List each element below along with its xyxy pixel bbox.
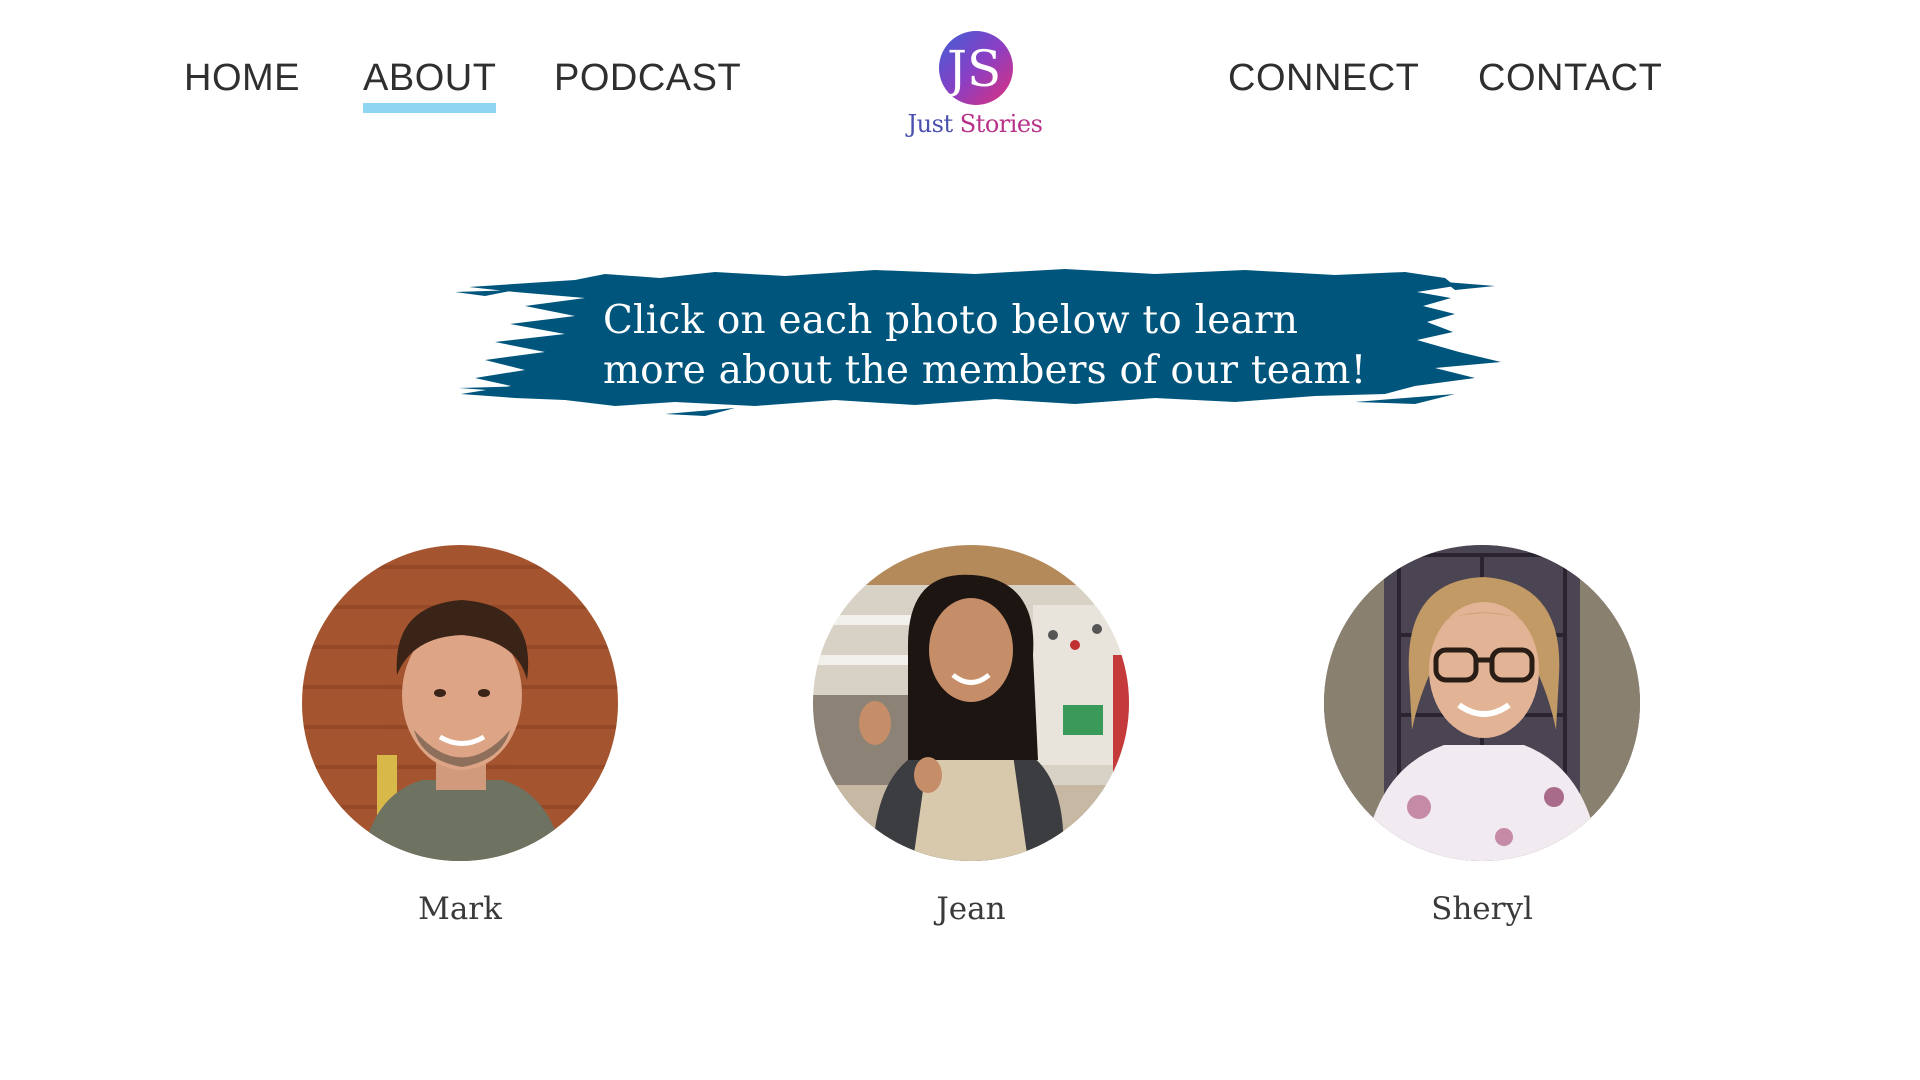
banner-line-2: more about the members of our team! <box>603 348 1367 393</box>
banner-line-1: Click on each photo below to learn <box>603 298 1299 343</box>
nav-contact-link[interactable]: CONTACT <box>1478 56 1662 100</box>
sheryl-portrait-image <box>1324 545 1640 861</box>
member-name-mark: Mark <box>418 891 502 927</box>
member-name-jean: Jean <box>936 891 1006 927</box>
nav-connect-link[interactable]: CONNECT <box>1228 56 1419 100</box>
nav-about-label: ABOUT <box>363 57 497 99</box>
team-banner: Click on each photo below to learn more … <box>455 262 1503 438</box>
mark-portrait-image <box>302 545 618 861</box>
logo-word-stories: Stories <box>959 110 1043 138</box>
logo-wordmark: Just Stories <box>905 110 1045 138</box>
site-logo[interactable]: JS Just Stories <box>905 28 1045 146</box>
logo-monogram-icon: JS <box>939 31 1013 105</box>
active-underline <box>363 103 497 113</box>
team-member-sheryl[interactable]: Sheryl <box>1324 545 1640 927</box>
logo-word-just: Just <box>907 110 954 138</box>
team-member-jean[interactable]: Jean <box>813 545 1129 927</box>
nav-about-link[interactable]: ABOUT <box>363 56 497 113</box>
sheryl-photo[interactable] <box>1324 545 1640 861</box>
mark-photo[interactable] <box>302 545 618 861</box>
member-name-sheryl: Sheryl <box>1431 891 1533 927</box>
nav-home-link[interactable]: HOME <box>184 56 300 100</box>
team-member-mark[interactable]: Mark <box>302 545 618 927</box>
nav-podcast-link[interactable]: PODCAST <box>554 56 741 100</box>
svg-text:JS: JS <box>942 40 1001 98</box>
jean-portrait-image <box>813 545 1129 861</box>
banner-text: Click on each photo below to learn more … <box>603 296 1403 396</box>
page: HOME ABOUT PODCAST CONNECT CONTACT JS Ju… <box>0 0 1920 1080</box>
jean-photo[interactable] <box>813 545 1129 861</box>
